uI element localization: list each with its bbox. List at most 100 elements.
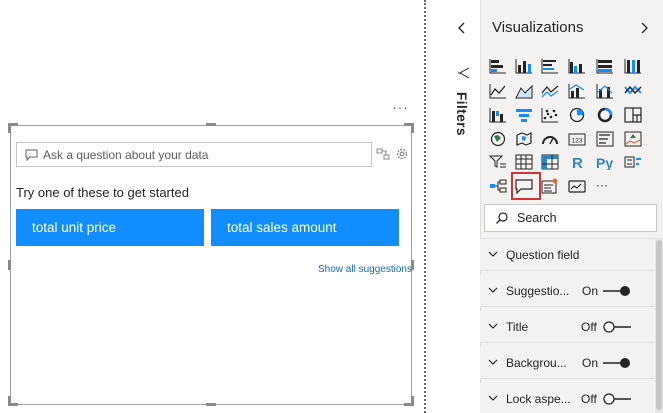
treemap-icon[interactable] bbox=[622, 105, 644, 125]
key-influencers-icon[interactable] bbox=[622, 152, 644, 172]
qa-question-input[interactable] bbox=[43, 147, 363, 162]
chat-bubble-icon bbox=[25, 149, 38, 161]
filled-map-icon[interactable] bbox=[513, 129, 535, 149]
suggestion-button[interactable]: total unit price bbox=[16, 209, 204, 246]
toggle-on-switch[interactable] bbox=[602, 357, 632, 369]
canvas-divider bbox=[424, 0, 426, 413]
ribbon-chart-icon[interactable] bbox=[622, 81, 644, 101]
chevron-down-icon[interactable] bbox=[488, 250, 498, 258]
table-icon[interactable] bbox=[513, 152, 535, 172]
search-label: Search bbox=[517, 211, 557, 225]
pie-chart-icon[interactable] bbox=[566, 105, 588, 125]
format-card[interactable]: Question field bbox=[480, 239, 655, 271]
matrix-icon bbox=[541, 154, 559, 170]
line-and-clustered-column-chart-icon bbox=[596, 84, 613, 99]
100-stacked-bar-chart-icon[interactable] bbox=[594, 56, 616, 76]
waterfall-chart-icon[interactable] bbox=[487, 105, 509, 125]
line-chart-icon[interactable] bbox=[487, 81, 509, 101]
more-options-button[interactable]: ··· bbox=[392, 100, 409, 114]
smart-narrative-icon[interactable] bbox=[539, 176, 561, 196]
resize-handle-bottom-right[interactable] bbox=[411, 396, 414, 406]
funnel-chart-icon[interactable] bbox=[513, 105, 535, 125]
stacked-bar-chart-icon[interactable] bbox=[487, 56, 509, 76]
visual-search-box[interactable]: Search bbox=[484, 204, 657, 232]
kpi-icon bbox=[624, 131, 642, 147]
r-visual-icon[interactable]: R bbox=[566, 152, 588, 172]
chevron-down-icon[interactable] bbox=[488, 394, 498, 402]
chevron-down-icon[interactable] bbox=[488, 358, 498, 366]
100-stacked-column-chart-icon bbox=[624, 59, 641, 74]
multi-row-card-icon[interactable] bbox=[594, 129, 616, 149]
donut-chart-icon[interactable] bbox=[594, 105, 616, 125]
try-suggestions-heading: Try one of these to get started bbox=[16, 185, 189, 200]
clustered-bar-chart-icon[interactable] bbox=[539, 56, 561, 76]
format-card-label: Backgrou... bbox=[506, 356, 567, 370]
treemap-icon bbox=[624, 107, 642, 123]
stacked-area-chart-icon[interactable] bbox=[539, 81, 561, 101]
resize-handle-bottom-left[interactable] bbox=[8, 396, 11, 406]
gear-icon[interactable] bbox=[395, 147, 409, 161]
line-and-column-chart-icon[interactable] bbox=[566, 81, 588, 101]
more-visuals-icon[interactable]: ··· bbox=[594, 176, 616, 196]
kpi-icon[interactable] bbox=[622, 129, 644, 149]
matrix-icon[interactable] bbox=[539, 152, 561, 172]
resize-handle-top[interactable] bbox=[206, 123, 216, 126]
format-card-label: Question field bbox=[506, 248, 580, 262]
toggle-off-switch[interactable] bbox=[602, 321, 632, 333]
toggle-state-label: Off bbox=[581, 320, 597, 334]
svg-text:Py: Py bbox=[596, 155, 613, 170]
stacked-column-chart-icon bbox=[515, 59, 532, 74]
chevron-left-icon[interactable] bbox=[456, 20, 468, 36]
stacked-column-chart-icon[interactable] bbox=[513, 56, 535, 76]
slicer-icon[interactable] bbox=[487, 152, 509, 172]
scatter-chart-icon bbox=[541, 108, 558, 123]
decomposition-tree-icon[interactable] bbox=[487, 176, 509, 196]
scrollbar-thumb[interactable] bbox=[656, 240, 662, 410]
scatter-chart-icon[interactable] bbox=[539, 105, 561, 125]
suggestion-button[interactable]: total sales amount bbox=[211, 209, 399, 246]
chevron-down-icon[interactable] bbox=[488, 286, 498, 294]
paginated-report-icon[interactable] bbox=[566, 176, 588, 196]
format-card-label: Lock aspe... bbox=[506, 392, 571, 406]
card-icon: 123 bbox=[568, 133, 586, 146]
toggle-off-switch[interactable] bbox=[602, 393, 632, 405]
line-and-clustered-column-chart-icon[interactable] bbox=[594, 81, 616, 101]
show-all-suggestions-link[interactable]: Show all suggestions bbox=[318, 264, 412, 275]
resize-handle-top-left[interactable] bbox=[8, 123, 11, 133]
qa-question-box[interactable] bbox=[16, 142, 372, 167]
filters-pane bbox=[444, 0, 480, 413]
decomposition-tree-icon bbox=[490, 179, 507, 193]
chevron-down-icon[interactable] bbox=[488, 322, 498, 330]
key-influencers-icon bbox=[624, 156, 641, 168]
python-visual-icon: Py bbox=[596, 155, 613, 170]
map-icon bbox=[490, 131, 506, 147]
chevron-right-icon[interactable] bbox=[638, 20, 650, 36]
clustered-column-chart-icon bbox=[568, 59, 585, 74]
selected-visual-highlight bbox=[511, 172, 541, 200]
area-chart-icon[interactable] bbox=[513, 81, 535, 101]
slicer-icon bbox=[489, 155, 506, 168]
card-icon[interactable]: 123 bbox=[566, 129, 588, 149]
filter-icon bbox=[458, 67, 470, 79]
funnel-chart-icon bbox=[516, 109, 532, 122]
svg-text:R: R bbox=[572, 155, 583, 170]
clustered-column-chart-icon[interactable] bbox=[566, 56, 588, 76]
resize-handle-left[interactable] bbox=[8, 260, 11, 270]
map-icon[interactable] bbox=[487, 129, 509, 149]
python-visual-icon[interactable]: Py bbox=[594, 152, 616, 172]
donut-chart-icon bbox=[597, 107, 613, 123]
svg-text:123: 123 bbox=[572, 138, 583, 145]
filled-map-icon bbox=[516, 132, 532, 146]
100-stacked-column-chart-icon[interactable] bbox=[622, 56, 644, 76]
convert-to-visual-icon[interactable] bbox=[376, 147, 390, 161]
r-visual-icon: R bbox=[572, 155, 583, 170]
toggle-on-switch[interactable] bbox=[602, 285, 632, 297]
paginated-report-icon bbox=[568, 180, 586, 193]
gauge-icon[interactable] bbox=[539, 129, 561, 149]
toggle-state-label: On bbox=[582, 284, 599, 298]
filters-pane-label[interactable]: Filters bbox=[454, 92, 469, 136]
resize-handle-bottom[interactable] bbox=[206, 403, 216, 406]
format-card-label: Title bbox=[506, 320, 529, 334]
ribbon-chart-icon bbox=[624, 85, 642, 95]
resize-handle-top-right[interactable] bbox=[411, 123, 414, 133]
